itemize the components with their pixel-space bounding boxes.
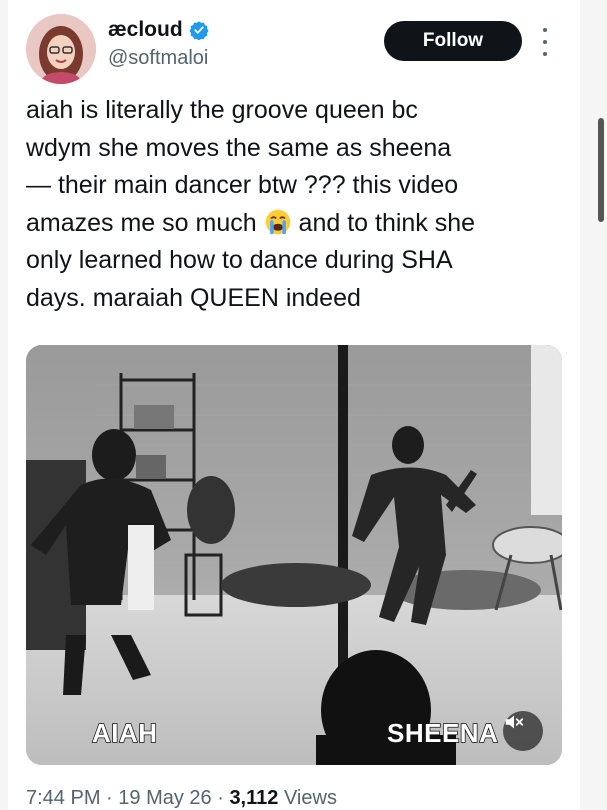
video-caption-aiah: AIAH [91, 717, 158, 749]
meta-separator-2: · [211, 787, 230, 809]
mute-toggle-button[interactable] [503, 711, 543, 751]
video-caption-sheena: SHEENA [386, 717, 499, 749]
follow-button[interactable]: Follow [384, 21, 522, 61]
speaker-muted-icon [505, 715, 524, 729]
scrollbar[interactable] [598, 118, 604, 222]
tweet-text: aiah is literally the groove queen bc wd… [26, 92, 571, 317]
tweet-card: æcloud @softmaloi Follow aiah is literal… [8, 0, 580, 810]
author-handle[interactable]: @softmaloi [108, 47, 208, 70]
views-count: 3,112 [229, 787, 279, 809]
loudly-crying-face-icon [265, 209, 290, 234]
views-label: Views [283, 787, 337, 809]
video-player[interactable]: AIAH SHEENA [26, 345, 562, 765]
author-name-row: æcloud [108, 18, 209, 42]
tweet-meta: 7:44 PM · 19 May 26 · 3,112 Views [26, 787, 337, 810]
meta-separator: · [100, 787, 119, 809]
video-frame [26, 345, 562, 765]
tweet-date[interactable]: 19 May 26 [118, 787, 211, 809]
tweet-time[interactable]: 7:44 PM [26, 787, 100, 809]
more-options-icon[interactable] [540, 28, 550, 56]
avatar[interactable] [26, 14, 96, 84]
display-name[interactable]: æcloud [108, 18, 183, 42]
verified-badge-icon [189, 21, 209, 40]
